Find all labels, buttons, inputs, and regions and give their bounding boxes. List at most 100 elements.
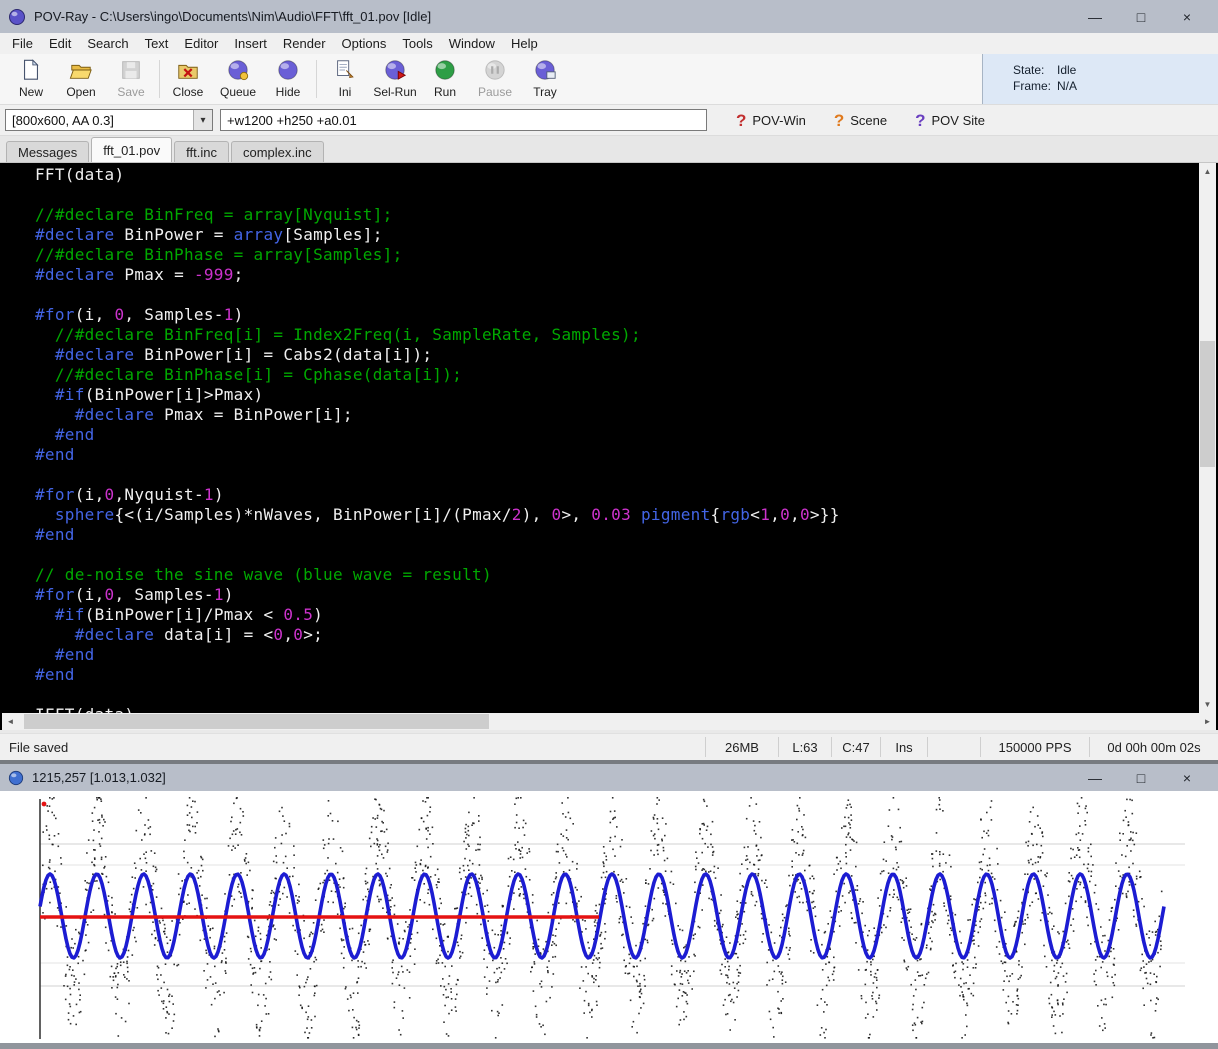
help-pov-win-button[interactable]: ?POV-Win [736,112,806,129]
code-line: #if(BinPower[i]>Pmax) [35,385,1199,405]
frame-label: Frame: [1013,78,1057,94]
toolbar-open-button[interactable]: Open [56,58,106,101]
code-line [35,545,1199,565]
code-line: #end [35,525,1199,545]
tab-fft-inc[interactable]: fft.inc [174,141,229,162]
new-document-icon [19,58,43,82]
frame-value: N/A [1057,79,1077,93]
status-segment: 150000 PPS [980,737,1089,757]
vertical-scrollbar[interactable]: ▲ ▼ [1199,163,1216,713]
code-editor[interactable]: FFT(data) //#declare BinFreq = array[Nyq… [2,163,1199,713]
render-plot [0,791,1218,1043]
menu-render[interactable]: Render [275,34,334,53]
save-floppy-icon [119,58,143,82]
tab-messages[interactable]: Messages [6,141,89,162]
queue-globe-icon [226,58,250,82]
toolbar-pause-button[interactable]: Pause [470,58,520,101]
main-titlebar[interactable]: POV-Ray - C:\Users\ingo\Documents\Nim\Au… [0,0,1218,33]
status-message: File saved [9,740,68,755]
scroll-right-icon[interactable]: ► [1199,713,1216,730]
code-line: sphere{<(i/Samples)*nWaves, BinPower[i]/… [35,505,1199,525]
code-line: #declare BinPower[i] = Cabs2(data[i]); [35,345,1199,365]
horizontal-scrollbar-thumb[interactable] [24,714,489,729]
menu-options[interactable]: Options [334,34,395,53]
window-controls: — □ × [1072,3,1210,31]
minimize-icon[interactable]: — [1072,764,1118,792]
scroll-down-icon[interactable]: ▼ [1199,696,1216,713]
toolbar-run-button[interactable]: Run [420,58,470,101]
render-window-title: 1215,257 [1.013,1.032] [32,770,166,785]
code-line [35,185,1199,205]
horizontal-scrollbar[interactable]: ◄ ► [2,713,1216,730]
toolbar-hide-button[interactable]: Hide [263,58,313,101]
vertical-scrollbar-thumb[interactable] [1200,341,1215,467]
help-pov-site-button[interactable]: ?POV Site [915,112,985,129]
code-line: #end [35,445,1199,465]
render-options-row: [800x600, AA 0.3] ▾ ?POV-Win ?Scene ?POV S… [0,105,1218,136]
selrun-globe-icon [383,58,407,82]
maximize-icon[interactable]: □ [1118,764,1164,792]
menu-text[interactable]: Text [137,34,177,53]
toolbar-new-button[interactable]: New [6,58,56,101]
toolbar-separator [159,60,160,98]
povray-app-icon [8,8,26,26]
menu-tools[interactable]: Tools [394,34,440,53]
tab-fft-01-pov[interactable]: fft_01.pov [91,137,172,162]
status-segments: 26MBL:63C:47Ins150000 PPS0d 00h 00m 02s [705,734,1218,760]
toolbar-queue-button[interactable]: Queue [213,58,263,101]
toolbar-tray-button[interactable]: Tray [520,58,570,101]
status-segment: C:47 [831,737,880,757]
toolbar-save-button[interactable]: Save [106,58,156,101]
status-segment: Ins [880,737,927,757]
code-line: // de-noise the sine wave (blue wave = r… [35,565,1199,585]
question-icon: ? [834,112,844,129]
code-line [35,685,1199,705]
close-icon[interactable]: × [1164,764,1210,792]
scroll-up-icon[interactable]: ▲ [1199,163,1216,180]
hide-globe-icon [276,58,300,82]
menu-edit[interactable]: Edit [41,34,79,53]
code-line [35,285,1199,305]
maximize-icon[interactable]: □ [1118,3,1164,31]
render-preset-select[interactable]: [800x600, AA 0.3] ▾ [5,109,213,131]
menu-editor[interactable]: Editor [176,34,226,53]
render-window-icon [8,770,24,786]
toolbar-separator [316,60,317,98]
code-line: FFT(data) [35,165,1199,185]
chevron-down-icon[interactable]: ▾ [193,110,212,130]
render-output-image[interactable] [0,791,1218,1043]
tray-globe-icon [533,58,557,82]
toolbar-sel-run-button[interactable]: Sel-Run [370,58,420,101]
ini-file-icon [333,58,357,82]
close-icon[interactable]: × [1164,3,1210,31]
code-line: #for(i,0,Nyquist-1) [35,485,1199,505]
editor-area: FFT(data) //#declare BinFreq = array[Nyq… [0,163,1218,730]
code-line: //#declare BinFreq[i] = Index2Freq(i, Sa… [35,325,1199,345]
menu-window[interactable]: Window [441,34,503,53]
statusbar: File saved 26MBL:63C:47Ins150000 PPS0d 0… [0,733,1218,760]
toolbar-close-button[interactable]: Close [163,58,213,101]
state-panel: State:Idle Frame:N/A [982,54,1218,104]
editor-tabbar: Messagesfft_01.povfft.inccomplex.inc [0,136,1218,163]
render-titlebar[interactable]: 1215,257 [1.013,1.032] — □ × [0,764,1218,791]
scroll-left-icon[interactable]: ◄ [2,713,19,730]
menu-search[interactable]: Search [79,34,136,53]
help-scene-button[interactable]: ?Scene [834,112,887,129]
state-value: Idle [1057,63,1076,77]
status-segment: 0d 00h 00m 02s [1089,737,1218,757]
code-line: #if(BinPower[i]/Pmax < 0.5) [35,605,1199,625]
menu-help[interactable]: Help [503,34,546,53]
tab-complex-inc[interactable]: complex.inc [231,141,324,162]
status-segment [927,737,980,757]
toolbar-ini-button[interactable]: Ini [320,58,370,101]
code-line: #end [35,645,1199,665]
minimize-icon[interactable]: — [1072,3,1118,31]
code-line [35,465,1199,485]
code-line: //#declare BinPhase[i] = Cphase(data[i])… [35,365,1199,385]
code-line: #declare Pmax = BinPower[i]; [35,405,1199,425]
menu-insert[interactable]: Insert [226,34,275,53]
open-folder-icon [69,58,93,82]
command-line-input[interactable] [220,109,707,131]
menu-file[interactable]: File [4,34,41,53]
code-line: #end [35,665,1199,685]
